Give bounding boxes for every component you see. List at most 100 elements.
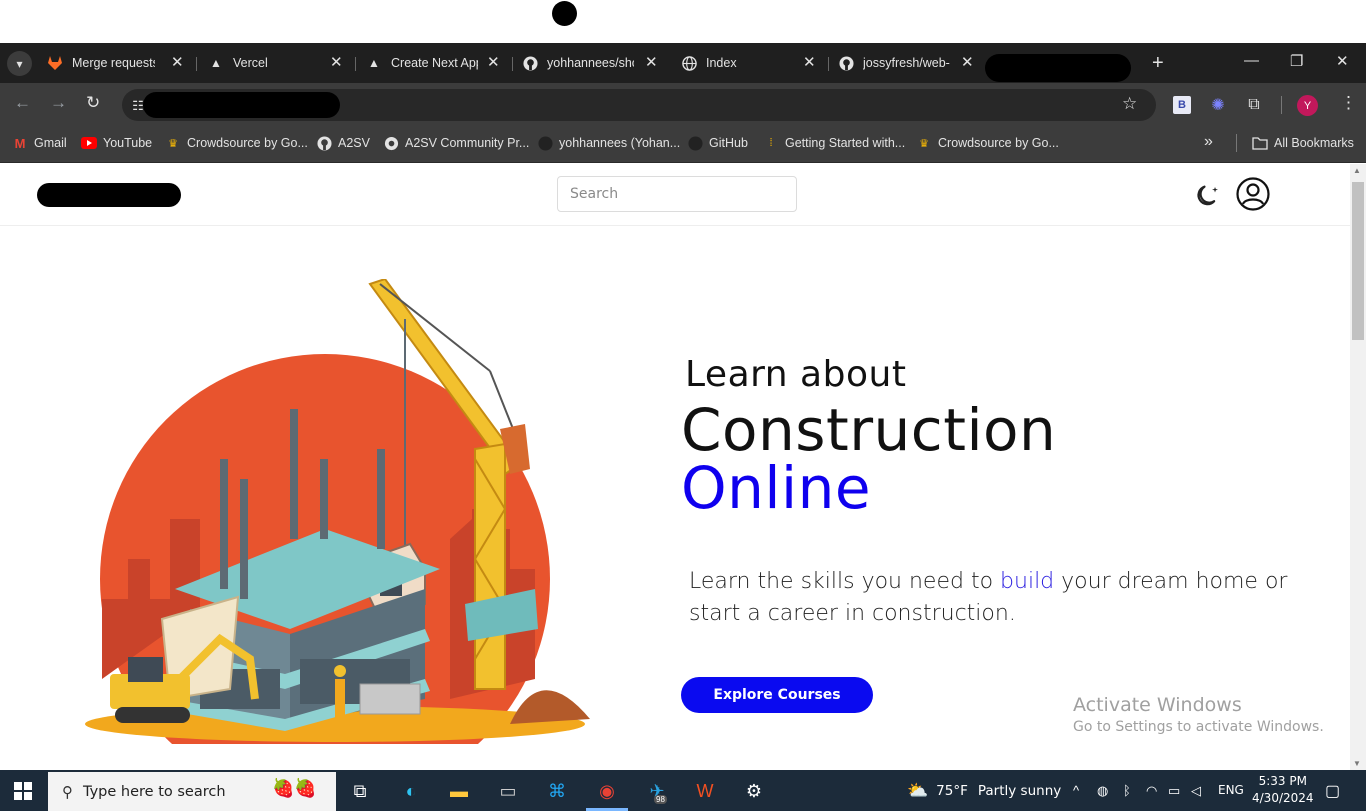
scroll-down-icon[interactable]: ▼ [1353,759,1361,768]
wifi-icon[interactable]: ◠ [1146,783,1157,799]
hero-lead: Learn the skills you need to build your … [689,566,1339,630]
search-input[interactable] [557,176,797,212]
redacted-url [143,92,340,118]
github-icon [522,55,538,71]
restore-icon[interactable]: ❐ [1290,52,1303,70]
explore-courses-button[interactable]: Explore Courses [681,677,873,713]
taskbar-search[interactable]: ⚲ Type here to search 🍓🍓 [48,772,336,811]
wps-icon[interactable]: W [690,776,720,806]
bookmark-crowdsource[interactable]: ♛ Crowdsource by Go... [165,135,308,151]
bookmark-label: Gmail [34,136,67,150]
task-view-icon[interactable]: ⧉ [345,776,375,806]
bluetooth-icon[interactable]: ᛒ [1123,783,1131,798]
extensions-puzzle-icon[interactable]: ⧉ [1245,96,1263,114]
extension-b-icon[interactable]: B [1173,96,1191,114]
search-icon: ⚲ [62,782,73,801]
volume-muted-icon[interactable]: ◁ [1191,783,1201,799]
extension-gear-icon[interactable]: ✺ [1209,96,1227,114]
tab-merge-requests[interactable]: Merge requests [47,49,155,77]
tab-search-dropdown-icon[interactable]: ▾ [7,51,32,76]
more-menu-icon[interactable]: ⋮ [1340,93,1357,113]
scroll-up-icon[interactable]: ▲ [1353,166,1361,175]
network-status-icon[interactable]: ◍ [1097,783,1108,799]
tab-index[interactable]: Index [681,49,791,77]
construction-illustration [85,279,590,744]
telegram-badge: 98 [654,795,667,804]
forward-arrow-icon[interactable]: → [50,93,67,113]
all-bookmarks[interactable]: All Bookmarks [1252,135,1354,151]
scrollbar-thumb[interactable] [1352,182,1364,340]
reload-icon[interactable]: ↻ [86,93,100,113]
bars-icon: ⁞ [769,137,773,149]
tab-separator [196,57,197,71]
dark-mode-moon-icon[interactable] [1196,182,1222,208]
settings-gear-icon[interactable]: ⚙ [739,776,769,806]
back-arrow-icon[interactable]: ← [14,93,31,113]
tab-close-icon[interactable]: ✕ [645,55,658,70]
github-icon [316,135,332,151]
weather-temp: 75°F [936,783,968,799]
account-icon[interactable] [1236,177,1270,211]
bookmark-github[interactable]: GitHub [687,135,748,151]
tab-separator [355,57,356,71]
gitlab-icon [47,55,63,71]
bookmark-crowdsource-2[interactable]: ♛ Crowdsource by Go... [916,135,1059,151]
language-indicator[interactable]: ENG [1218,783,1244,797]
bookmark-getting-started[interactable]: ⁞ Getting Started with... [763,135,905,151]
bookmark-youtube[interactable]: YouTube [81,135,152,151]
tab-close-icon[interactable]: ✕ [803,55,816,70]
tab-separator [512,57,513,71]
tab-label: Vercel [233,56,268,70]
bookmark-label: GitHub [709,136,748,150]
youtube-icon [81,135,97,151]
minimize-icon[interactable]: — [1244,52,1259,69]
bookmark-a2sv-community[interactable]: A2SV Community Pr... [383,135,529,151]
tab-close-icon[interactable]: ✕ [330,55,343,70]
taskbar-search-placeholder: Type here to search [83,783,226,800]
more-bookmarks-icon[interactable]: » [1204,133,1213,151]
bookmark-label: Crowdsource by Go... [938,136,1059,150]
redacted-logo [37,183,181,207]
chrome-icon[interactable]: ◉ [592,776,622,806]
vscode-icon[interactable]: ⌘ [542,776,572,806]
gmail-icon: M [14,135,26,151]
profile-avatar[interactable]: Y [1297,95,1318,116]
tab-label: Merge requests [72,56,155,70]
show-hidden-icons-chevron-up-icon[interactable]: ^ [1073,783,1079,798]
close-window-icon[interactable]: ✕ [1336,52,1349,70]
bookmark-star-icon[interactable]: ☆ [1122,94,1137,114]
new-tab-plus-icon[interactable]: + [1152,52,1164,75]
clock-time: 5:33 PM [1258,774,1307,788]
tab-github-yohhannees[interactable]: yohhannees/sho [522,49,634,77]
crowdsource-icon: ♛ [919,137,929,150]
tab-close-icon[interactable]: ✕ [961,55,974,70]
bookmark-yohhannees[interactable]: yohhannees (Yohan... [537,135,680,151]
github-icon [537,135,553,151]
tab-github-jossyfresh[interactable]: jossyfresh/web-p [838,49,950,77]
tab-close-icon[interactable]: ✕ [171,55,184,70]
strawberry-icon: 🍓🍓 [272,778,317,799]
globe-icon [681,55,697,71]
battery-icon[interactable]: ▭ [1168,783,1180,799]
site-header [0,164,1350,226]
crowdsource-icon: ♛ [168,137,178,150]
tab-create-next-app[interactable]: ▲ Create Next App [366,49,478,77]
lead-highlight: build [1000,569,1055,594]
bookmark-gmail[interactable]: M Gmail [12,135,67,151]
toolbar-divider [1281,96,1282,114]
tab-close-icon[interactable]: ✕ [487,55,500,70]
edge-icon[interactable]: ◐ [396,776,426,806]
file-explorer-icon[interactable]: ▬ [444,776,474,806]
top-strip [0,0,1366,43]
clock[interactable]: 5:33 PM 4/30/2024 [1252,773,1314,807]
weather-widget[interactable]: ⛅ 75°F Partly sunny [907,781,1061,801]
windows-start-icon[interactable] [14,782,32,800]
bookmark-label: Getting Started with... [785,136,906,150]
notification-center-icon[interactable]: ▢ [1325,781,1340,801]
tab-vercel[interactable]: ▲ Vercel [208,49,318,77]
bookmark-label: All Bookmarks [1274,136,1354,150]
tab-label: jossyfresh/web-p [863,56,950,70]
bookmark-a2sv[interactable]: A2SV [316,135,370,151]
bookmark-label: YouTube [103,136,153,150]
terminal-icon[interactable]: ▭ [493,776,523,806]
